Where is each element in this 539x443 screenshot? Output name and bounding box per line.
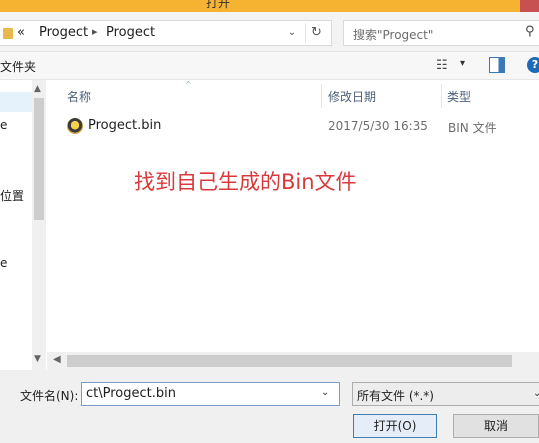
breadcrumb-separator[interactable]: ▸ xyxy=(92,25,98,38)
filename-label: 文件名(N): xyxy=(20,389,79,403)
preview-pane-icon[interactable] xyxy=(489,57,505,73)
nav-selection-highlight xyxy=(0,92,32,112)
filetype-value: 所有文件 (*.*) xyxy=(357,389,434,403)
view-dropdown-icon[interactable]: ▾ xyxy=(460,58,465,69)
window-title: 打开 xyxy=(206,0,231,10)
new-folder-button[interactable]: 文件夹 xyxy=(0,58,36,75)
navigation-pane: e 位置 e ▲ ▼ xyxy=(0,80,46,370)
scroll-left-icon[interactable]: ◀ xyxy=(53,354,61,365)
filename-dropdown-icon[interactable]: ⌄ xyxy=(321,387,329,398)
title-bar: 打开 xyxy=(0,0,539,12)
close-button[interactable] xyxy=(520,0,539,12)
sort-arrow-icon: ^ xyxy=(185,80,192,89)
horizontal-scrollbar[interactable]: ◀ xyxy=(47,352,539,370)
column-header-type[interactable]: 类型 xyxy=(447,88,471,105)
help-icon[interactable]: ? xyxy=(527,57,539,73)
column-header-date[interactable]: 修改日期 xyxy=(328,88,376,105)
view-options-icon[interactable]: ☷ xyxy=(436,58,448,73)
folder-icon xyxy=(3,28,13,39)
file-type: BIN 文件 xyxy=(448,121,497,135)
file-name: Progect.bin xyxy=(88,118,162,133)
horizontal-scrollbar-thumb[interactable] xyxy=(67,355,512,367)
open-button[interactable]: 打开(O) xyxy=(353,414,437,438)
scroll-down-icon[interactable]: ▼ xyxy=(34,354,41,364)
breadcrumb-segment-2[interactable]: Progect xyxy=(106,25,155,40)
file-list: ^ 名称 修改日期 类型 Progect.bin 2017/5/30 16:35… xyxy=(47,80,539,370)
breadcrumb-segment-1[interactable]: Progect xyxy=(39,25,88,40)
dialog-footer: 文件名(N): ct\Progect.bin ⌄ 所有文件 (*.*) ⌄ 打开… xyxy=(0,370,539,443)
nav-item-1[interactable]: e xyxy=(0,118,7,132)
scroll-up-icon[interactable]: ▲ xyxy=(34,84,41,94)
search-icon[interactable]: ⚲ xyxy=(525,24,535,39)
nav-scrollbar-thumb[interactable] xyxy=(34,98,44,220)
column-divider[interactable] xyxy=(321,84,322,108)
bin-file-icon xyxy=(67,118,83,134)
file-date: 2017/5/30 16:35 xyxy=(328,119,428,133)
column-header-name[interactable]: 名称 xyxy=(67,88,91,105)
search-box[interactable]: 搜索"Progect" ⚲ xyxy=(343,20,539,46)
nav-item-3[interactable]: e xyxy=(0,256,7,270)
filetype-dropdown-icon[interactable]: ⌄ xyxy=(533,388,539,399)
address-dropdown-icon[interactable]: ⌄ xyxy=(282,23,302,43)
column-divider[interactable] xyxy=(441,84,442,108)
file-row[interactable]: Progect.bin 2017/5/30 16:35 BIN 文件 xyxy=(63,114,533,138)
address-bar[interactable]: « Progect ▸ Progect ⌄ ↻ xyxy=(0,20,332,46)
filetype-select[interactable]: 所有文件 (*.*) ⌄ xyxy=(352,382,539,406)
search-placeholder: 搜索"Progect" xyxy=(353,28,434,42)
command-bar: 文件夹 ☷ ▾ ? xyxy=(0,52,539,80)
cancel-button[interactable]: 取消 xyxy=(453,414,539,438)
refresh-icon[interactable]: ↻ xyxy=(305,23,327,43)
nav-item-2[interactable]: 位置 xyxy=(0,187,24,204)
breadcrumb-overflow[interactable]: « xyxy=(17,25,25,40)
filename-input[interactable]: ct\Progect.bin xyxy=(81,382,340,406)
annotation-text: 找到自己生成的Bin文件 xyxy=(134,170,357,194)
navigation-bar: « Progect ▸ Progect ⌄ ↻ 搜索"Progect" ⚲ xyxy=(0,12,539,52)
